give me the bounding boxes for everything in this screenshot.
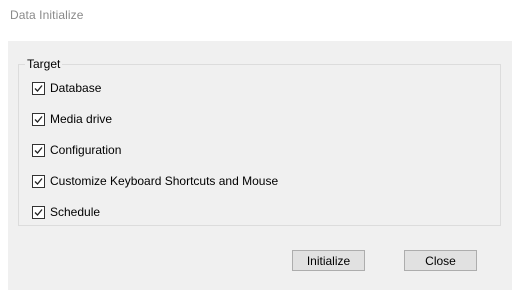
checkbox-row-database[interactable]: Database (32, 80, 101, 96)
database-checkbox[interactable] (32, 81, 45, 95)
checkmark-icon (34, 177, 43, 185)
data-initialize-dialog: Data Initialize Target Database Media dr… (0, 0, 512, 290)
checkbox-row-media-drive[interactable]: Media drive (32, 111, 112, 127)
window-title: Data Initialize (10, 8, 84, 22)
schedule-label: Schedule (50, 205, 101, 219)
configuration-checkbox[interactable] (32, 143, 45, 157)
configuration-label: Configuration (50, 143, 122, 157)
target-group-legend: Target (25, 57, 63, 71)
checkbox-row-configuration[interactable]: Configuration (32, 142, 121, 158)
checkbox-row-keyboard-shortcuts[interactable]: Customize Keyboard Shortcuts and Mouse (32, 173, 278, 189)
checkmark-icon (34, 208, 43, 216)
checkbox-row-schedule[interactable]: Schedule (32, 204, 100, 220)
close-button[interactable]: Close (404, 250, 477, 271)
checkmark-icon (34, 115, 43, 123)
media-drive-label: Media drive (50, 112, 113, 126)
initialize-button[interactable]: Initialize (292, 250, 365, 271)
checkmark-icon (34, 84, 43, 92)
keyboard-shortcuts-label: Customize Keyboard Shortcuts and Mouse (50, 174, 279, 188)
dialog-content: Target Database Media drive Configuratio… (8, 41, 512, 290)
checkmark-icon (34, 146, 43, 154)
media-drive-checkbox[interactable] (32, 112, 45, 126)
schedule-checkbox[interactable] (32, 205, 45, 219)
keyboard-shortcuts-checkbox[interactable] (32, 174, 45, 188)
database-label: Database (50, 81, 102, 95)
